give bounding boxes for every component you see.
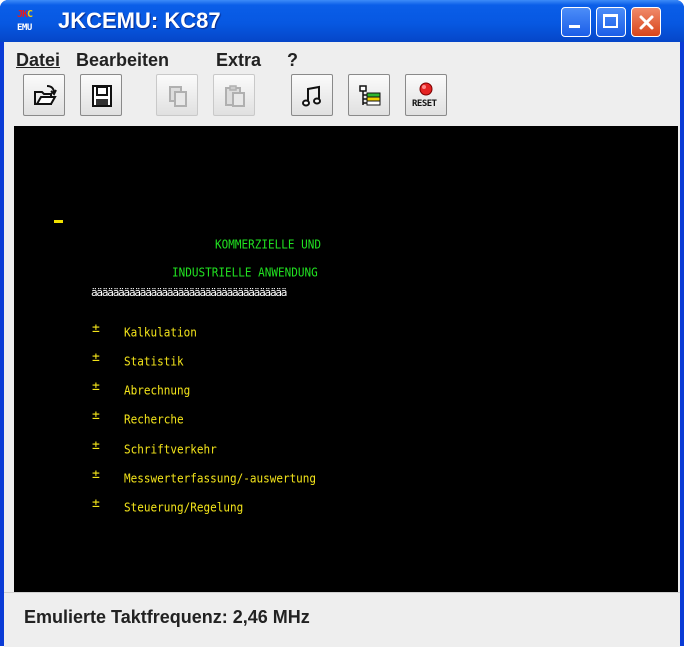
app-icon-text-1: JK — [17, 9, 28, 20]
list-item: Steuerung/Regelung — [124, 500, 244, 515]
close-button[interactable] — [631, 7, 661, 37]
list-bullet: ± — [92, 379, 100, 394]
settings-button[interactable] — [348, 74, 390, 116]
list-item: Messwerterfassung/-auswertung — [124, 471, 317, 486]
minimize-button[interactable] — [561, 7, 591, 37]
list-item: Recherche — [124, 412, 184, 427]
app-icon-text-2: C — [27, 9, 33, 20]
open-button[interactable] — [23, 74, 65, 116]
heading-rule: ääääääääääääääääääääääääääääääääääää — [91, 286, 287, 299]
status-bar: Emulierte Taktfrequenz: 2,46 MHz — [4, 592, 680, 647]
save-button[interactable] — [80, 74, 122, 116]
copy-icon — [169, 86, 187, 107]
audio-icon — [302, 85, 321, 107]
list-bullet: ± — [92, 350, 100, 365]
menu-bearbeiten[interactable]: Bearbeiten — [76, 50, 169, 71]
maximize-button[interactable] — [596, 7, 626, 37]
status-text: Emulierte Taktfrequenz: 2,46 MHz — [24, 607, 310, 627]
text-cursor — [54, 220, 63, 223]
app-icon: JKC EMU — [17, 9, 45, 37]
minimize-icon — [569, 25, 580, 28]
menu-datei[interactable]: Datei — [16, 50, 60, 71]
paste-button[interactable] — [213, 74, 255, 116]
heading-line-1: KOMMERZIELLE UND — [215, 237, 321, 252]
window-title: JKCEMU: KC87 — [58, 8, 221, 33]
emulator-screen[interactable] — [14, 126, 678, 592]
reset-label: RESET — [412, 99, 437, 109]
menu-help[interactable]: ? — [287, 50, 298, 71]
list-item: Statistik — [124, 354, 184, 369]
open-icon — [34, 85, 57, 105]
app-window: JKC EMU JKCEMU: KC87 Datei Bearbeiten Ex… — [0, 0, 684, 647]
list-bullet: ± — [92, 467, 100, 482]
reset-button[interactable]: RESET — [405, 74, 447, 116]
list-bullet: ± — [92, 496, 100, 511]
save-icon — [92, 85, 112, 107]
list-item: Kalkulation — [124, 325, 197, 340]
heading-line-2: INDUSTRIELLE ANWENDUNG — [172, 265, 318, 280]
audio-button[interactable] — [291, 74, 333, 116]
title-bar[interactable]: JKC EMU JKCEMU: KC87 — [0, 0, 684, 42]
list-item: Schriftverkehr — [124, 442, 217, 457]
list-item: Abrechnung — [124, 383, 191, 398]
settings-icon — [359, 85, 381, 106]
close-icon — [639, 15, 654, 30]
list-bullet: ± — [92, 408, 100, 423]
paste-icon — [225, 85, 245, 107]
copy-button[interactable] — [156, 74, 198, 116]
app-icon-text-3: EMU — [17, 23, 32, 33]
menu-extra[interactable]: Extra — [216, 50, 261, 71]
list-bullet: ± — [92, 438, 100, 453]
maximize-icon — [603, 14, 618, 28]
list-bullet: ± — [92, 321, 100, 336]
